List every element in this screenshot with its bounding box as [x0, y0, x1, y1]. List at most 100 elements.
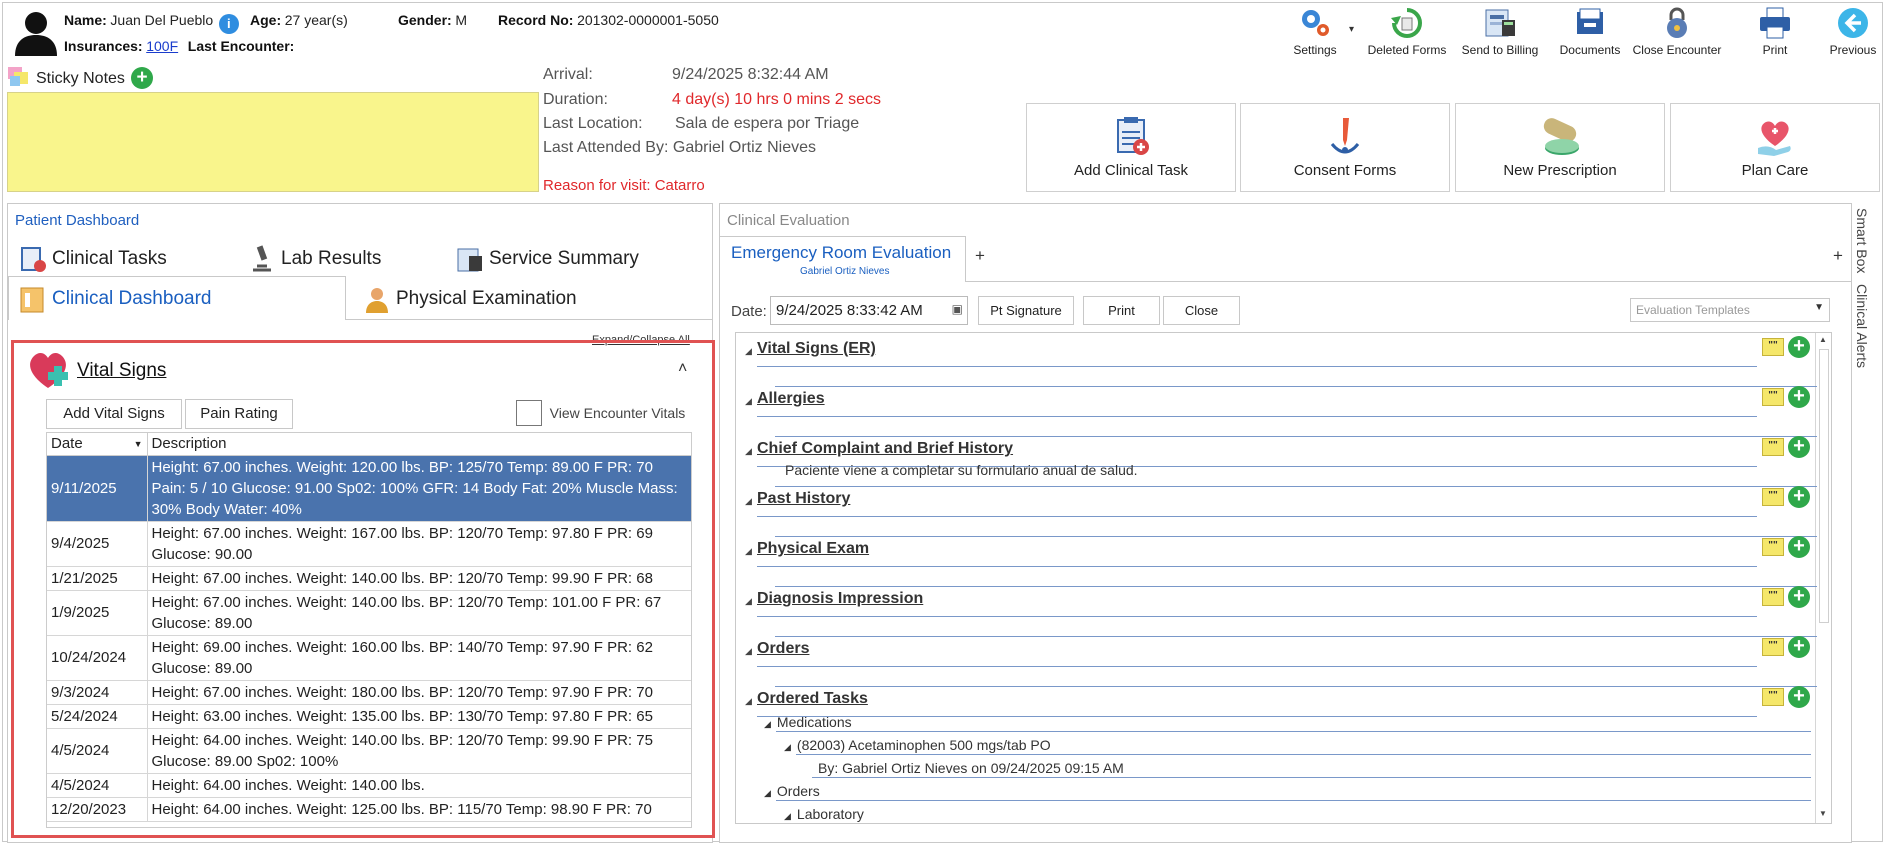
tree-medications[interactable]: ◢ Medications	[764, 714, 852, 730]
note-icon[interactable]: ""	[1762, 688, 1784, 706]
note-icon[interactable]: ""	[1762, 638, 1784, 656]
collapse-triangle-icon[interactable]: ◢	[745, 446, 752, 457]
row-date: 9/11/2025	[47, 455, 148, 522]
add-section-item-icon[interactable]: +	[1788, 686, 1810, 708]
eval-print-button[interactable]: Print	[1083, 296, 1160, 325]
collapse-triangle-icon[interactable]: ◢	[764, 788, 771, 798]
info-icon[interactable]: i	[218, 14, 239, 34]
note-icon[interactable]: ""	[1762, 438, 1784, 456]
tab-physical-examination[interactable]: Physical Examination	[362, 284, 577, 314]
section-title[interactable]: Vital Signs (ER)	[757, 340, 876, 358]
description-column-header[interactable]: Description	[147, 433, 691, 456]
note-icon[interactable]: ""	[1762, 588, 1784, 606]
table-row[interactable]: 5/24/2024 Height: 63.00 inches. Weight: 1…	[47, 704, 691, 729]
eval-scrollbar[interactable]: ▲ ▼	[1815, 333, 1831, 823]
settings-button[interactable]: Settings	[1270, 4, 1360, 64]
medication-item-label: (82003) Acetaminophen 500 mgs/tab PO	[796, 737, 1051, 753]
vital-signs-collapse-icon[interactable]: ˄	[678, 360, 687, 378]
note-icon[interactable]: ""	[1762, 388, 1784, 406]
collapse-triangle-icon[interactable]: ◢	[784, 811, 791, 821]
collapse-triangle-icon[interactable]: ◢	[745, 546, 752, 557]
add-section-item-icon[interactable]: +	[1788, 586, 1810, 608]
table-row[interactable]: 12/20/2023 Height: 64.00 inches. Weight: …	[47, 797, 691, 822]
consent-forms-button[interactable]: Consent Forms	[1240, 103, 1450, 192]
insurance-link[interactable]: 100F	[146, 38, 178, 54]
collapse-triangle-icon[interactable]: ◢	[784, 742, 791, 752]
tree-laboratory[interactable]: ◢ Laboratory	[784, 806, 864, 822]
tab-service-summary[interactable]: Service Summary	[455, 244, 639, 274]
add-section-item-icon[interactable]: +	[1788, 336, 1810, 358]
collapse-triangle-icon[interactable]: ◢	[745, 696, 752, 707]
note-icon[interactable]: ""	[1762, 538, 1784, 556]
duration-label: Duration:	[543, 91, 608, 108]
clinical-alerts-tab[interactable]: Clinical Alerts	[1854, 284, 1870, 368]
vital-signs-title[interactable]: Vital Signs	[77, 360, 166, 382]
note-icon[interactable]: ""	[1762, 488, 1784, 506]
sticky-note-area[interactable]	[7, 92, 539, 192]
settings-dropdown-icon[interactable]: ▾	[1349, 24, 1354, 35]
add-section-item-icon[interactable]: +	[1788, 386, 1810, 408]
scroll-down-icon[interactable]: ▼	[1819, 809, 1827, 818]
section-title[interactable]: Physical Exam	[757, 540, 869, 558]
age-field: Age: 27 year(s)	[250, 12, 348, 28]
section-title[interactable]: Past History	[757, 490, 850, 508]
print-button[interactable]: Print	[1730, 4, 1820, 64]
add-section-item-icon[interactable]: +	[1788, 636, 1810, 658]
add-section-item-icon[interactable]: +	[1788, 536, 1810, 558]
section-title[interactable]: Ordered Tasks	[757, 690, 868, 708]
tab-clinical-dashboard-label: Clinical Dashboard	[52, 288, 212, 310]
add-vital-signs-button[interactable]: Add Vital Signs	[46, 399, 182, 429]
eval-close-button[interactable]: Close	[1163, 296, 1240, 325]
previous-button[interactable]: Previous	[1808, 4, 1886, 64]
table-row[interactable]: 1/9/2025 Height: 67.00 inches. Weight: 14…	[47, 590, 691, 636]
collapse-triangle-icon[interactable]: ◢	[764, 719, 771, 729]
calendar-icon[interactable]: ▣	[952, 302, 963, 316]
tab-lab-results[interactable]: Lab Results	[247, 244, 381, 274]
deleted-forms-button[interactable]: Deleted Forms	[1362, 4, 1452, 64]
close-encounter-label: Close Encounter	[1632, 43, 1722, 57]
plan-care-button[interactable]: Plan Care	[1670, 103, 1880, 192]
table-row[interactable]: 9/11/2025 Height: 67.00 inches. Weight: 1…	[47, 455, 691, 522]
pain-rating-button[interactable]: Pain Rating	[185, 399, 293, 429]
note-icon[interactable]: ""	[1762, 338, 1784, 356]
section-diagnosis-impression: ◢ Diagnosis Impression	[745, 586, 1817, 637]
section-title[interactable]: Orders	[757, 640, 809, 658]
collapse-triangle-icon[interactable]: ◢	[745, 496, 752, 507]
section-title[interactable]: Allergies	[757, 390, 825, 408]
add-section-item-icon[interactable]: +	[1788, 486, 1810, 508]
section-title[interactable]: Diagnosis Impression	[757, 590, 923, 608]
new-prescription-button[interactable]: New Prescription	[1455, 103, 1665, 192]
scroll-thumb[interactable]	[1819, 349, 1829, 623]
add-section-item-icon[interactable]: +	[1788, 436, 1810, 458]
close-encounter-button[interactable]: Close Encounter	[1630, 4, 1724, 64]
date-column-header[interactable]: Date ▼	[47, 433, 148, 456]
evaluation-templates-select[interactable]: Evaluation Templates ▼	[1630, 298, 1830, 322]
add-sticky-note-icon[interactable]: +	[131, 67, 153, 89]
table-row[interactable]: 1/21/2025 Height: 67.00 inches. Weight: 1…	[47, 566, 691, 591]
smart-box-tab[interactable]: Smart Box	[1854, 208, 1870, 273]
view-encounter-vitals-checkbox[interactable]	[516, 400, 542, 426]
tree-medication-item[interactable]: ◢ (82003) Acetaminophen 500 mgs/tab PO	[784, 737, 1051, 753]
tree-orders[interactable]: ◢ Orders	[764, 783, 820, 799]
add-clinical-task-button[interactable]: Add Clinical Task	[1026, 103, 1236, 192]
collapse-triangle-icon[interactable]: ◢	[745, 646, 752, 657]
send-to-billing-button[interactable]: Send to Billing	[1455, 4, 1545, 64]
section-title[interactable]: Chief Complaint and Brief History	[757, 440, 1013, 458]
table-row[interactable]: 10/24/2024 Height: 69.00 inches. Weight: …	[47, 635, 691, 681]
table-row[interactable]: 9/4/2025 Height: 67.00 inches. Weight: 16…	[47, 521, 691, 567]
table-row[interactable]: 4/5/2024 Height: 64.00 inches. Weight: 14…	[47, 773, 691, 798]
table-row[interactable]: 9/3/2024 Height: 67.00 inches. Weight: 18…	[47, 680, 691, 705]
collapse-triangle-icon[interactable]: ◢	[745, 346, 752, 357]
tab-clinical-tasks[interactable]: Clinical Tasks	[18, 244, 167, 274]
scroll-up-icon[interactable]: ▲	[1819, 335, 1827, 344]
pt-signature-button[interactable]: Pt Signature	[978, 296, 1074, 325]
date-column-label: Date	[51, 435, 83, 453]
record-field: Record No: 201302-0000001-5050	[498, 12, 719, 28]
collapse-triangle-icon[interactable]: ◢	[745, 596, 752, 607]
eval-date-field[interactable]: 9/24/2025 8:33:42 AM ▣	[770, 296, 968, 325]
table-row[interactable]: 4/5/2024 Height: 64.00 inches. Weight: 14…	[47, 728, 691, 774]
documents-button[interactable]: Documents	[1545, 4, 1635, 64]
add-pane-tab-icon[interactable]: +	[1833, 246, 1843, 266]
add-evaluation-tab-icon[interactable]: +	[975, 246, 985, 266]
collapse-triangle-icon[interactable]: ◢	[745, 396, 752, 407]
